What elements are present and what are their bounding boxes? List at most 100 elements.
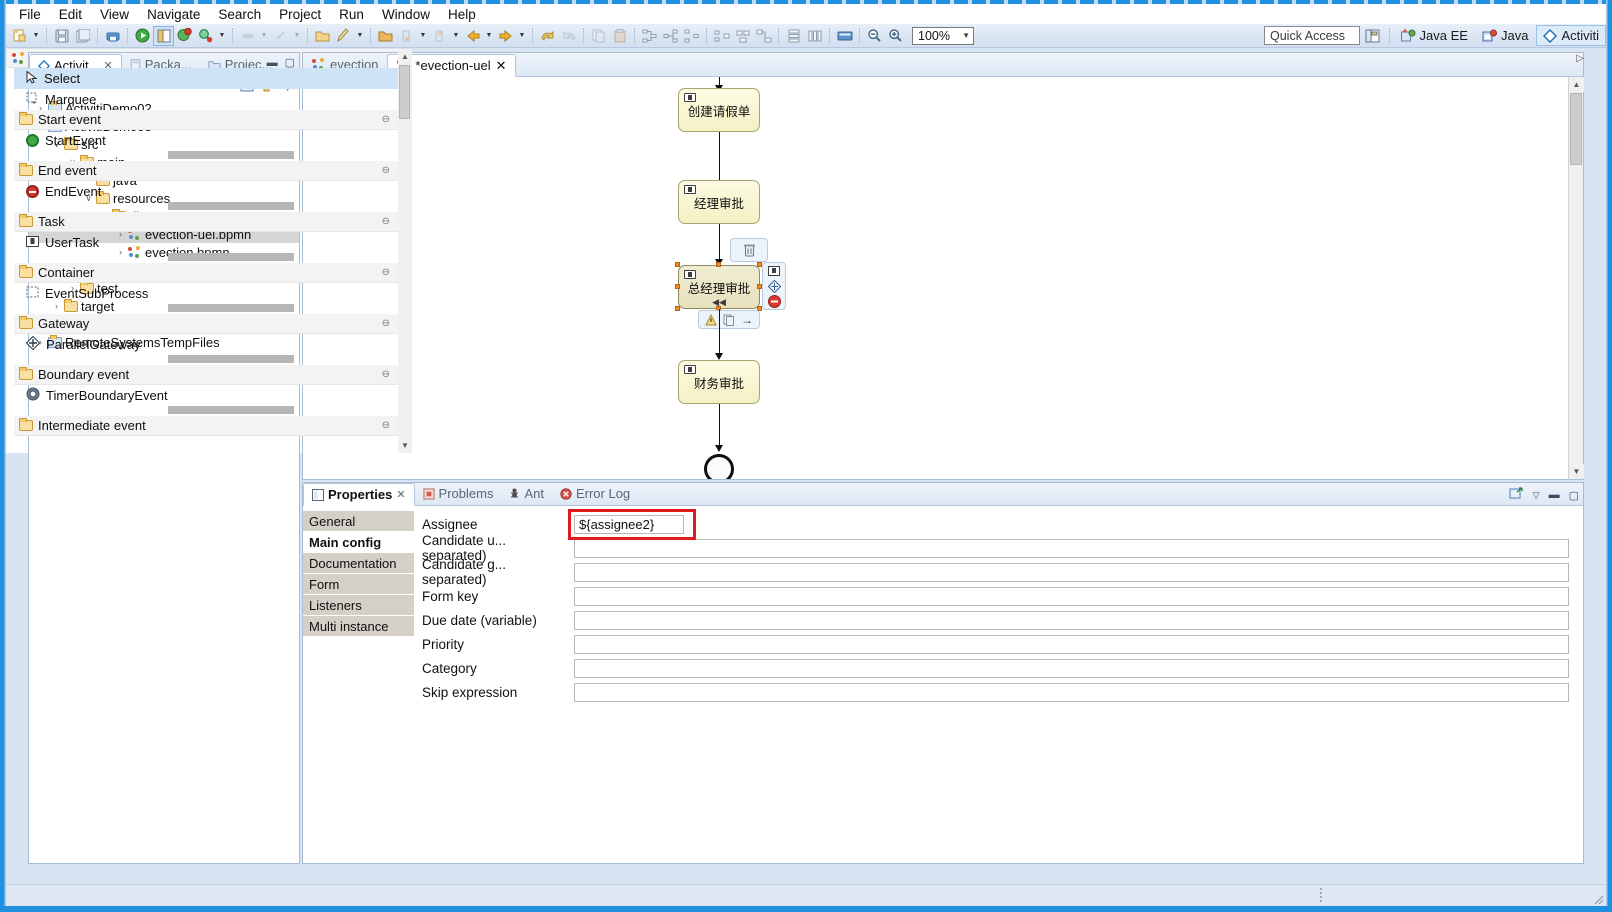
close-icon[interactable]: ✕ [396,488,405,501]
group-collapse-icon[interactable]: ⊖ [382,369,390,380]
create-flow-icon[interactable]: → [740,313,754,327]
group-collapse-icon[interactable]: ⊖ [382,267,390,278]
forward-button[interactable] [495,26,516,46]
property-input-skip-expression[interactable] [574,682,1569,702]
selection-handle[interactable] [675,306,680,311]
auto-layout-button[interactable] [753,26,774,46]
palette-scroll-rail[interactable] [168,304,294,312]
properties-tab-documentation[interactable]: Documentation [303,553,414,573]
menu-item-file[interactable]: File [10,6,50,23]
task-morph-popup[interactable] [762,262,786,310]
selection-handle[interactable] [675,262,680,267]
align-left-button[interactable] [639,26,660,46]
palette-item-clipped[interactable] [14,151,398,161]
palette-item-clipped[interactable] [14,355,398,365]
prev-annotation-dropdown[interactable]: ▼ [450,26,462,46]
group-collapse-icon[interactable]: ⊖ [382,318,390,329]
group-collapse-icon[interactable]: ⊖ [382,114,390,125]
copy-button[interactable] [588,26,609,46]
palette-pin-icon[interactable]: ▷ [1576,53,1584,64]
match-width-button[interactable] [804,26,825,46]
debug-button[interactable] [174,26,195,46]
minimize-icon[interactable]: ▬ [1549,489,1560,501]
annotation-icon[interactable] [704,313,718,327]
palette-item-clipped[interactable] [14,202,398,212]
palette-scroll-rail[interactable] [168,406,294,414]
menu-item-help[interactable]: Help [439,6,485,23]
align-center-button[interactable] [660,26,681,46]
palette-item-event-subprocess[interactable]: EventSubProcess [14,283,398,304]
perspective-java-ee[interactable]: Java EE [1395,25,1474,46]
bpmn-task-create-leave[interactable]: 创建请假单 [678,88,760,132]
distribute-h-button[interactable] [711,26,732,46]
resize-grip[interactable] [1590,891,1604,905]
palette-scroll-rail[interactable] [168,202,294,210]
palette-scroll-rail[interactable] [168,355,294,363]
group-collapse-icon[interactable]: ⊖ [382,216,390,227]
zoom-level-combo[interactable]: 100% ▼ [912,26,974,45]
property-input-priority[interactable] [574,634,1569,654]
menu-item-run[interactable]: Run [330,6,373,23]
palette-group-start-event[interactable]: Start event ⊖ [14,110,398,130]
tab-problems[interactable]: Problems [415,482,502,505]
open-perspective-icon[interactable] [1362,26,1384,45]
menu-item-window[interactable]: Window [373,6,439,23]
back-dropdown[interactable]: ▼ [483,26,495,46]
bpmn-task-finance-approval[interactable]: 财务审批 [678,360,760,404]
open-type-button[interactable] [312,26,333,46]
palette-scroll-rail[interactable] [168,253,294,261]
tab-properties[interactable]: Properties ✕ [303,483,415,506]
run-button[interactable] [132,26,153,46]
palette-item-clipped[interactable] [14,304,398,314]
palette-group-task[interactable]: Task ⊖ [14,212,398,232]
menu-item-search[interactable]: Search [209,6,270,23]
next-annotation-button[interactable] [396,26,417,46]
save-all-button[interactable] [72,26,93,46]
menu-item-edit[interactable]: Edit [50,6,91,23]
view-menu-icon[interactable]: ▽ [1533,490,1540,501]
distribute-v-button[interactable] [732,26,753,46]
palette-item-user-task[interactable]: UserTask [14,232,398,253]
diagram-canvas-wrapper[interactable]: 创建请假单 经理审批 总经理审批 ◀◀ → 财务审批 [303,77,1583,479]
properties-tab-multi-instance[interactable]: Multi instance [303,616,414,636]
new-wizard-dropdown[interactable]: ▼ [354,26,366,46]
scrollbar-thumb[interactable] [399,65,410,119]
palette-group-container[interactable]: Container ⊖ [14,263,398,283]
align-right-button[interactable] [681,26,702,46]
task-quick-actions-popup[interactable]: → [698,310,760,329]
menu-item-project[interactable]: Project [270,6,330,23]
palette-vertical-scrollbar[interactable]: ▲ ▼ [398,49,412,453]
palette-scroll-rail[interactable] [168,151,294,159]
scroll-down-arrow[interactable]: ▼ [398,438,412,453]
palette-item-start-event[interactable]: StartEvent [14,130,398,151]
editor-vertical-scrollbar[interactable]: ▲ ▼ [1568,77,1584,479]
properties-tab-listeners[interactable]: Listeners [303,595,414,615]
next-annotation-dropdown[interactable]: ▼ [417,26,429,46]
properties-tab-list[interactable]: General Main config Documentation Form Liste… [303,506,414,863]
open-resource-button[interactable] [375,26,396,46]
palette-item-clipped[interactable] [14,253,398,263]
zoom-in-button[interactable] [885,26,906,46]
palette-item-parallel-gateway[interactable]: ParallelGateway [14,334,398,355]
bpmn-task-gm-approval[interactable]: 总经理审批 ◀◀ [678,265,760,309]
undo-button[interactable] [537,26,558,46]
menu-item-view[interactable]: View [91,6,138,23]
scroll-up-arrow[interactable]: ▲ [1569,77,1584,92]
task-delete-popup[interactable] [730,238,768,262]
end-event-icon[interactable] [767,294,781,308]
search-dropdown-arrow[interactable]: ▼ [216,26,228,46]
new-button[interactable] [9,26,30,46]
palette-group-gateway[interactable]: Gateway ⊖ [14,314,398,334]
palette-group-boundary-event[interactable]: Boundary event ⊖ [14,365,398,385]
match-height-button[interactable] [783,26,804,46]
palette-group-end-event[interactable]: End event ⊖ [14,161,398,181]
maximize-icon[interactable]: ▢ [1569,489,1579,502]
bpmn-diagram-canvas[interactable]: 创建请假单 经理审批 总经理审批 ◀◀ → 财务审批 [303,77,1175,479]
perspective-java[interactable]: Java [1476,25,1534,46]
copy-shape-icon[interactable] [722,313,736,327]
paste-button[interactable] [609,26,630,46]
property-input-candidate-u-separated[interactable] [574,538,1569,558]
user-task-icon[interactable] [767,264,781,278]
scrollbar-thumb[interactable] [1570,93,1582,165]
back-button[interactable] [462,26,483,46]
